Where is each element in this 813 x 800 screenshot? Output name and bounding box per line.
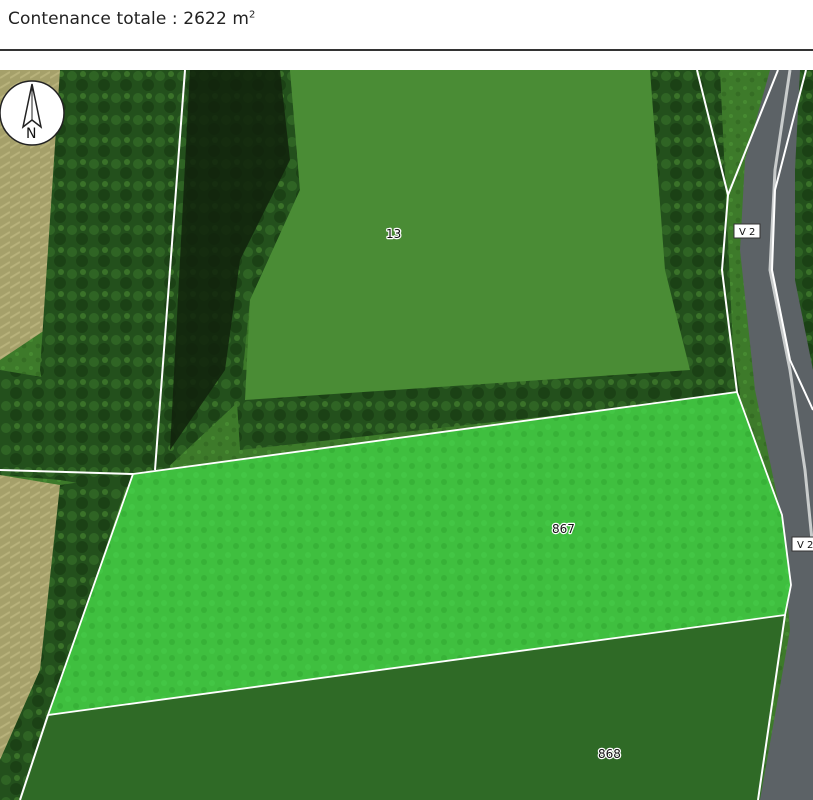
road-label-v2-right: V 2 [791, 536, 813, 552]
road-label-v2-right-text: V 2 [797, 540, 813, 551]
total-area-label: Contenance totale : 2622 m2 [8, 9, 256, 29]
total-area-text: Contenance totale : 2622 m [8, 9, 250, 29]
cadastral-map[interactable]: 13 867 868 V 2 V 2 N [0, 70, 813, 800]
north-arrow-letter: N [26, 126, 36, 142]
parcel-label-867: 867 [552, 522, 575, 536]
north-arrow-icon: N [0, 80, 65, 146]
parcel-label-13: 13 [386, 227, 401, 241]
header-divider [0, 49, 813, 51]
parcel-label-868: 868 [598, 747, 621, 761]
map-canvas[interactable]: 13 867 868 V 2 V 2 N [0, 70, 813, 800]
road-label-v2-top-text: V 2 [739, 227, 755, 238]
header-bar: Contenance totale : 2622 m2 [0, 0, 813, 50]
pasture-13 [245, 70, 690, 400]
road-label-v2-top: V 2 [733, 223, 761, 239]
area-unit-exponent: 2 [249, 9, 256, 21]
